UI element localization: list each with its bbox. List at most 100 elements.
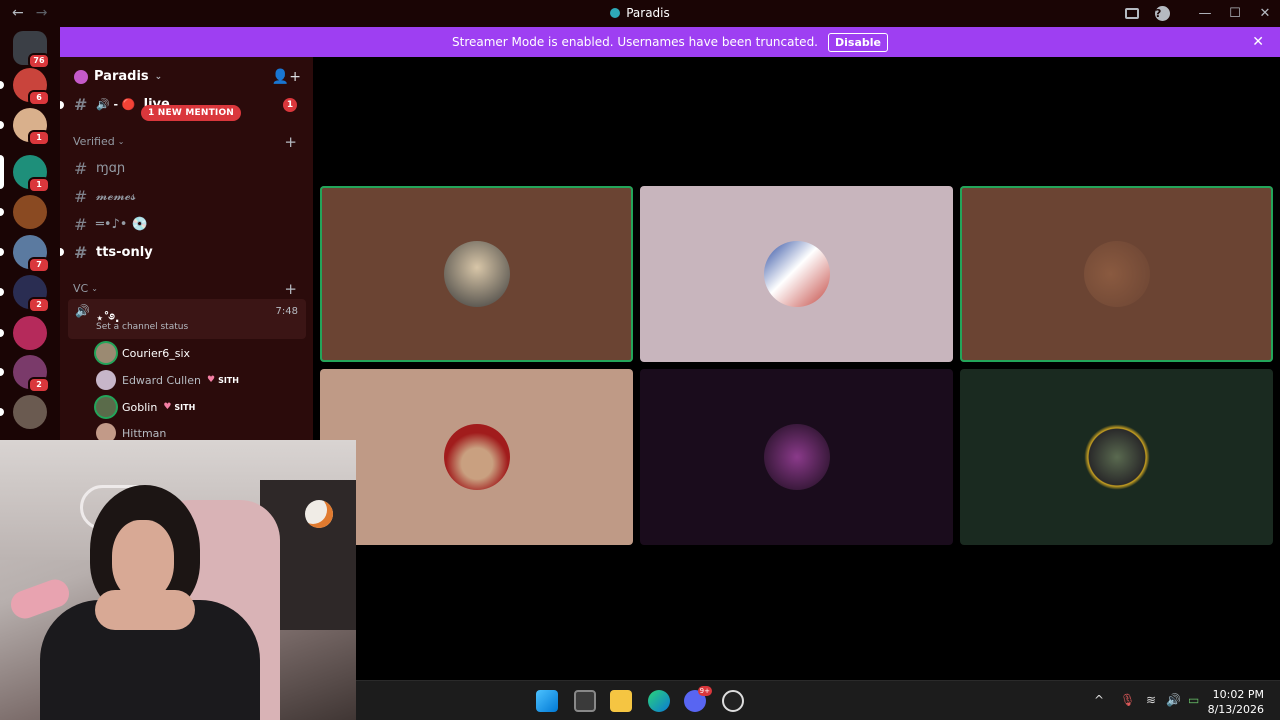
hash-icon: # — [74, 215, 88, 234]
wifi-icon[interactable]: ≋ — [1146, 693, 1156, 707]
participant-tile[interactable] — [320, 369, 633, 545]
tray-chevron-icon[interactable]: ^ — [1094, 693, 1104, 707]
server-icon-1[interactable]: 76 — [13, 31, 50, 69]
streamer-mode-banner: Streamer Mode is enabled. Usernames have… — [60, 27, 1280, 57]
battery-icon[interactable]: ▭ — [1188, 693, 1199, 707]
unread-badge: 2 — [28, 377, 50, 393]
server-unread-pill — [0, 121, 4, 129]
hash-icon: # — [74, 159, 88, 178]
new-mention-pill[interactable]: 1 NEW MENTION — [141, 105, 242, 121]
server-icon-3[interactable]: 1 — [13, 108, 50, 146]
volume-icon[interactable]: 🔊 — [1166, 693, 1181, 707]
edge-icon[interactable] — [648, 690, 670, 712]
unread-badge: 1 — [28, 177, 50, 193]
server-icon-6[interactable]: 7 — [13, 235, 50, 273]
speaker-icon: 🔊 — [75, 304, 90, 318]
participant-avatar — [1083, 241, 1150, 307]
close-window-button[interactable]: ✕ — [1250, 6, 1280, 21]
category-label: VC — [73, 282, 89, 295]
channel-name: 𝓶𝓮𝓶𝓮𝓼 — [96, 189, 136, 204]
participant-tile[interactable] — [960, 186, 1273, 362]
category-label: Verified — [73, 135, 115, 148]
window-title: Paradis — [0, 6, 1280, 20]
server-unread-pill — [0, 248, 4, 256]
participant-avatar — [443, 241, 510, 307]
file-explorer-icon[interactable] — [610, 690, 632, 712]
channel-verified-0[interactable]: # ɱɑɲ — [74, 159, 125, 178]
voice-timer: 7:48 — [275, 306, 298, 317]
toy-figure — [305, 500, 333, 528]
windows-start-icon[interactable] — [536, 690, 558, 712]
hash-icon: # — [74, 187, 88, 206]
server-icon-10[interactable] — [13, 395, 47, 429]
server-unread-pill — [0, 208, 4, 216]
create-channel-icon[interactable]: + — [284, 280, 297, 298]
server-unread-pill — [0, 408, 4, 416]
microphone-icon[interactable]: 🎙 — [1120, 693, 1135, 707]
person-face — [112, 520, 174, 600]
server-icon-4[interactable]: 1 — [13, 155, 50, 193]
create-channel-icon[interactable]: + — [284, 133, 297, 151]
disable-streamer-mode-button[interactable]: Disable — [828, 32, 888, 52]
channel-verified-1[interactable]: # 𝓶𝓮𝓶𝓮𝓼 — [74, 187, 136, 206]
user-name: Courier6_six — [122, 346, 191, 360]
participant-tile[interactable] — [960, 369, 1273, 545]
server-icon-9[interactable]: 2 — [13, 355, 50, 393]
server-list: 76 6 1 1 7 2 2 — [0, 27, 60, 440]
server-unread-pill — [0, 288, 4, 296]
category-verified[interactable]: Verified ⌄ — [73, 135, 124, 148]
server-icon-2[interactable]: 6 — [13, 68, 50, 106]
category-vc[interactable]: VC ⌄ — [73, 282, 98, 295]
chevron-down-icon: ⌄ — [91, 284, 98, 293]
voice-channel[interactable]: 🔊 ⋆˚࿔. Set a channel status 7:48 — [68, 299, 306, 339]
unread-badge: 1 — [28, 130, 50, 146]
maximize-button[interactable]: ☐ — [1220, 6, 1250, 21]
task-view-icon[interactable] — [574, 690, 596, 712]
server-unread-pill — [0, 155, 4, 189]
server-name: Paradis — [94, 69, 149, 84]
discord-icon[interactable]: 9+ — [684, 686, 712, 712]
invite-people-icon[interactable]: 👤+ — [272, 69, 301, 85]
voice-user[interactable]: Hittman — [96, 423, 166, 440]
unread-indicator — [60, 101, 64, 109]
server-icon-8[interactable] — [13, 316, 47, 350]
channel-verified-2[interactable]: # ═•♪• 💿 — [74, 215, 148, 234]
voice-stage — [313, 57, 1280, 680]
server-unread-pill — [0, 329, 4, 337]
voice-user[interactable]: Edward Cullen ♥ SITH — [96, 370, 239, 390]
participant-tile[interactable] — [320, 186, 633, 362]
unread-badge: 76 — [28, 53, 50, 69]
server-header[interactable]: Paradis ⌄ — [74, 69, 162, 84]
clock-date: 8/13/2026 — [1207, 703, 1264, 716]
help-icon[interactable]: ? — [1155, 6, 1170, 21]
server-unread-pill — [0, 368, 4, 376]
participant-tile[interactable] — [640, 186, 953, 362]
channel-verified-3[interactable]: # tts-only — [74, 243, 153, 262]
avatar — [96, 343, 116, 363]
channel-name: tts-only — [96, 245, 153, 260]
minimize-button[interactable]: — — [1190, 6, 1220, 21]
obs-icon[interactable] — [722, 690, 744, 712]
server-icon-5[interactable] — [13, 195, 47, 229]
channel-sidebar: Paradis ⌄ 👤+ # 🔊 - 🔴 live 1 NEW MENTION … — [60, 57, 313, 440]
banner-close-icon[interactable]: ✕ — [1252, 34, 1264, 50]
role-tag: ♥ SITH — [163, 402, 195, 412]
inbox-icon[interactable] — [1125, 8, 1139, 19]
set-channel-status[interactable]: Set a channel status — [96, 322, 188, 332]
role-tag-label: SITH — [174, 402, 196, 412]
chevron-down-icon: ⌄ — [117, 137, 125, 146]
avatar — [96, 397, 116, 417]
hash-icon: # — [74, 243, 88, 262]
unread-badge: 6 — [28, 90, 50, 106]
unread-badge: 7 — [28, 257, 50, 273]
participant-avatar — [1083, 424, 1150, 490]
voice-user[interactable]: Courier6_six — [96, 343, 190, 363]
participant-tile[interactable] — [640, 369, 953, 545]
title-bar: ← → Paradis ? — ☐ ✕ — [0, 0, 1280, 27]
server-icon-7[interactable]: 2 — [13, 275, 50, 313]
banner-text: Streamer Mode is enabled. Usernames have… — [452, 35, 818, 49]
voice-user[interactable]: Goblin ♥ SITH — [96, 397, 195, 417]
avatar — [96, 370, 116, 390]
channel-name: ═•♪• 💿 — [96, 217, 148, 232]
system-clock[interactable]: 10:02 PM 8/13/2026 — [1208, 687, 1264, 717]
